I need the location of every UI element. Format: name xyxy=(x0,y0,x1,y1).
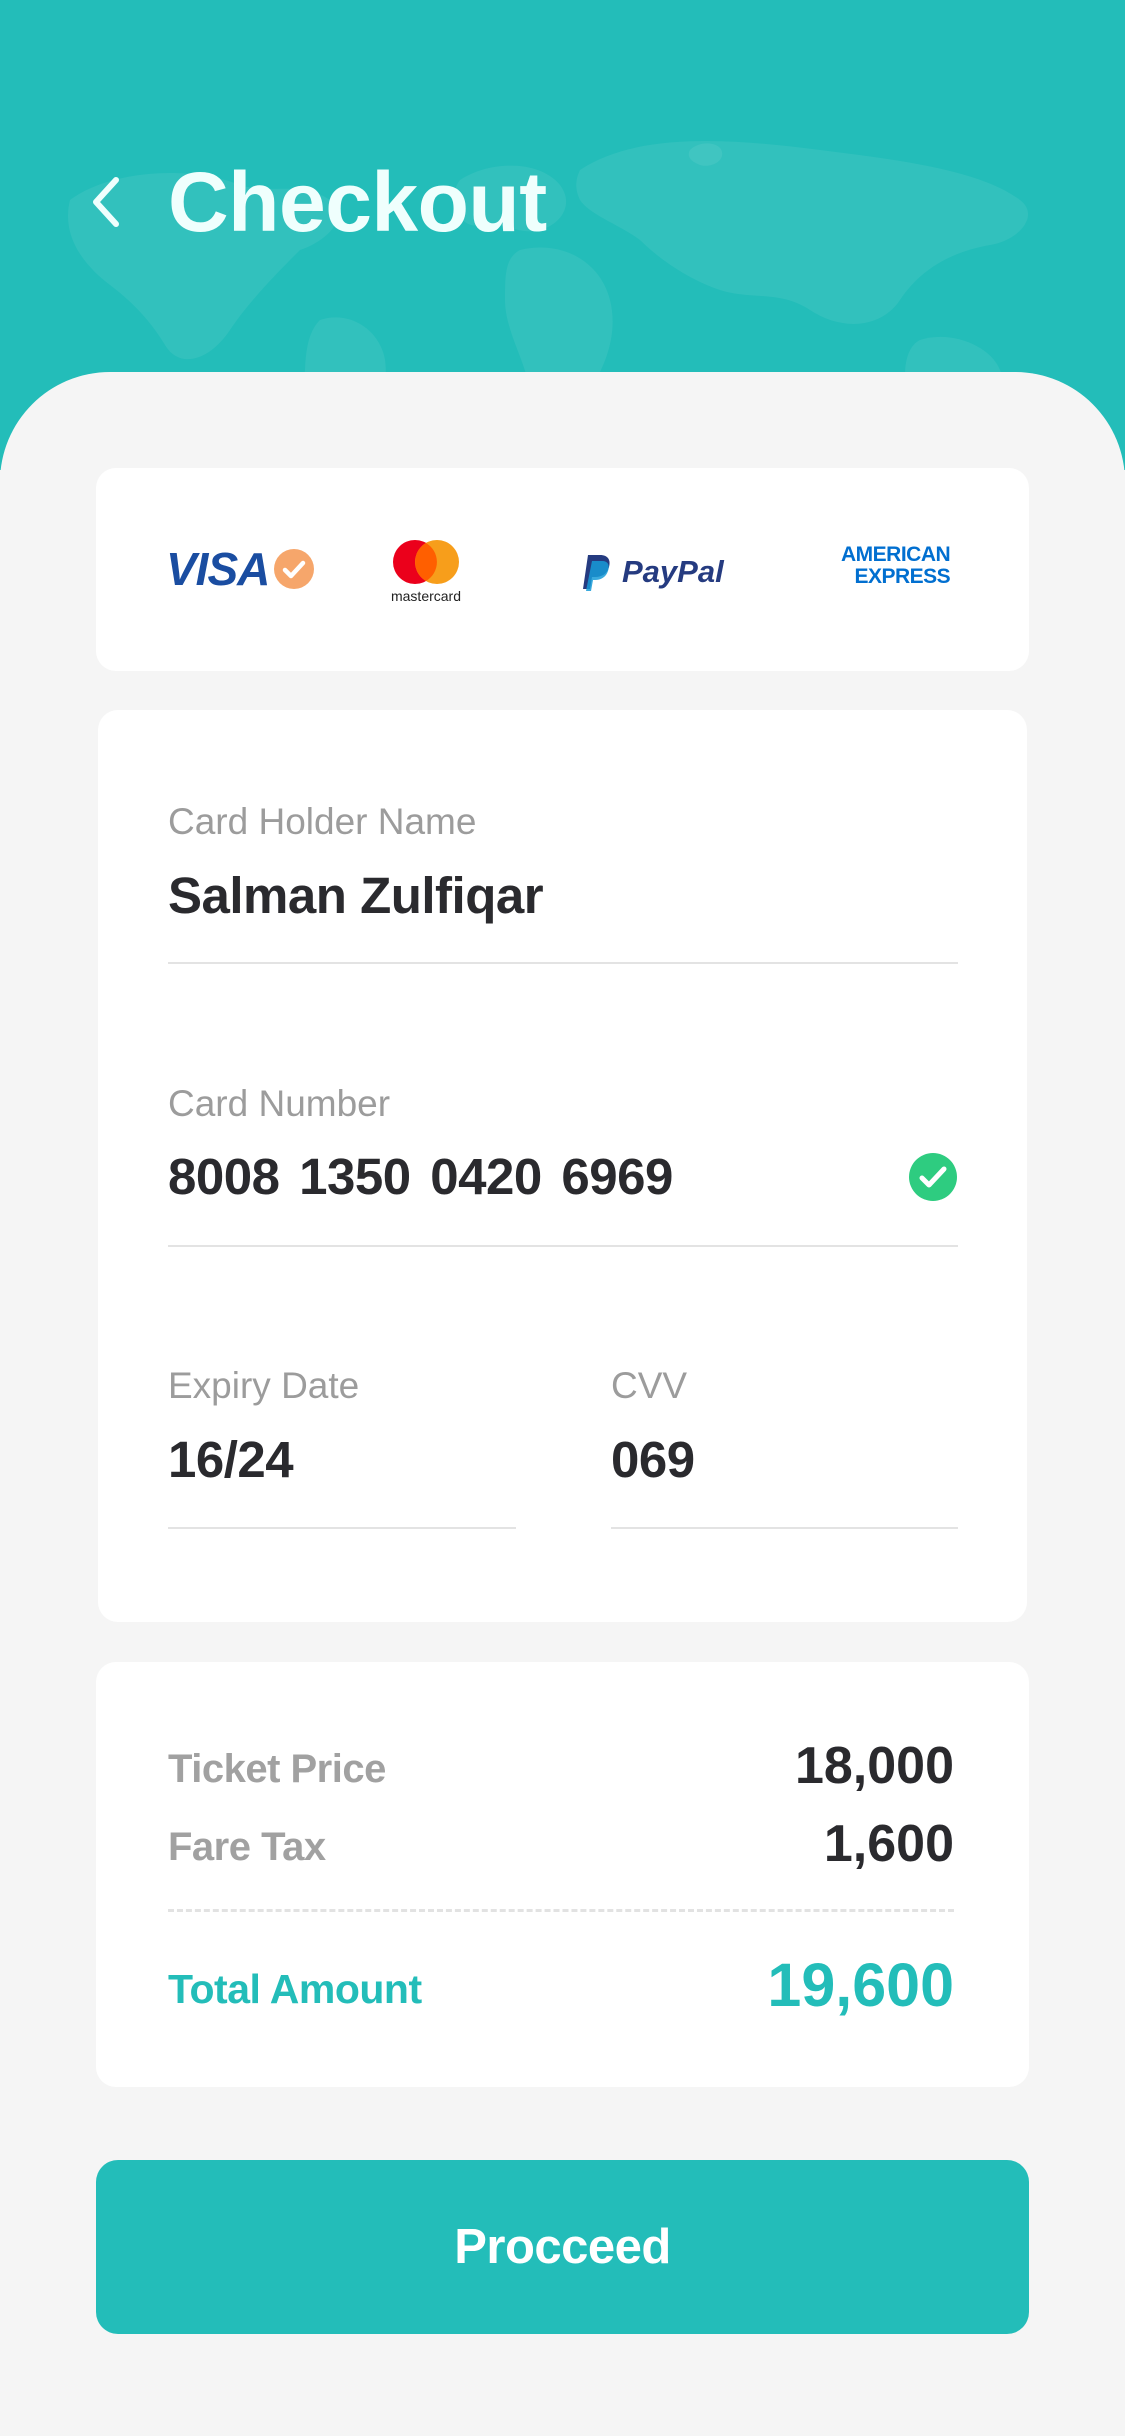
card-number-input[interactable]: 8008 1350 0420 6969 xyxy=(168,1147,673,1207)
payment-method-mastercard[interactable]: mastercard xyxy=(386,538,466,608)
card-holder-underline xyxy=(168,962,958,964)
page-title: Checkout xyxy=(168,155,547,249)
amex-wordmark-line1: AMERICAN xyxy=(841,543,951,566)
expiry-date-input[interactable]: 16/24 xyxy=(168,1430,294,1490)
cvv-input[interactable]: 069 xyxy=(611,1430,695,1490)
check-circle-icon xyxy=(909,1153,957,1201)
paypal-wordmark: PayPal xyxy=(622,554,724,589)
cvv-underline xyxy=(611,1527,958,1529)
expiry-date-underline xyxy=(168,1527,516,1529)
amex-wordmark-line2: EXPRESS xyxy=(854,565,951,588)
card-number-underline xyxy=(168,1245,958,1247)
expiry-date-field[interactable]: Expiry Date 16/24 xyxy=(168,1364,518,1539)
mastercard-wordmark: mastercard xyxy=(390,588,462,604)
cvv-label: CVV xyxy=(611,1365,688,1406)
total-amount-value: 19,600 xyxy=(767,1951,954,2019)
price-summary-card: Ticket Price 18,000 Fare Tax 1,600 Total… xyxy=(96,1662,1029,2087)
paypal-logo xyxy=(583,555,610,591)
card-number-label: Card Number xyxy=(168,1083,391,1124)
card-details-form: Card Holder Name Salman Zulfiqar Card Nu… xyxy=(98,710,1027,1622)
proceed-button-label: Procceed xyxy=(454,2220,671,2274)
proceed-button[interactable]: Procceed xyxy=(96,2160,1029,2334)
summary-divider xyxy=(168,1909,954,1912)
card-holder-label: Card Holder Name xyxy=(168,801,477,842)
card-holder-input[interactable]: Salman Zulfiqar xyxy=(168,866,544,926)
mastercard-logo xyxy=(393,540,459,584)
card-number-field[interactable]: Card Number 8008 1350 0420 6969 xyxy=(168,1082,958,1257)
check-circle-icon xyxy=(274,549,315,589)
expiry-date-label: Expiry Date xyxy=(168,1365,360,1406)
payment-method-visa[interactable]: VISA xyxy=(166,544,315,594)
payment-method-amex[interactable]: AMERICAN EXPRESS xyxy=(841,543,951,588)
ticket-price-value: 18,000 xyxy=(794,1737,954,1795)
payment-method-paypal[interactable]: PayPal xyxy=(580,550,724,594)
card-holder-field[interactable]: Card Holder Name Salman Zulfiqar xyxy=(168,800,958,975)
ticket-price-label: Ticket Price xyxy=(168,1747,386,1791)
cvv-field[interactable]: CVV 069 xyxy=(611,1364,958,1539)
fare-tax-value: 1,600 xyxy=(823,1815,954,1873)
fare-tax-label: Fare Tax xyxy=(168,1825,326,1869)
chevron-left-icon[interactable] xyxy=(86,172,126,232)
total-amount-label: Total Amount xyxy=(168,1966,422,2012)
payment-methods-card: VISA mastercard PayPal AMERICAN EXPRESS xyxy=(96,468,1029,671)
visa-logo: VISA xyxy=(166,543,270,595)
